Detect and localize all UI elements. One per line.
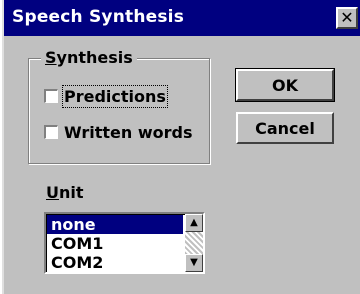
unit-mnemonic: U — [46, 183, 59, 202]
ok-button[interactable]: OK — [235, 68, 335, 102]
title-bar[interactable]: Speech Synthesis ✕ — [4, 0, 360, 36]
written-words-label[interactable]: Written words — [64, 123, 193, 142]
unit-option-com1[interactable]: COM1 — [47, 234, 183, 253]
unit-option-com2[interactable]: COM2 — [47, 253, 183, 272]
predictions-checkbox-row[interactable]: Predictions — [44, 84, 168, 108]
arrow-up-icon: ▲ — [190, 217, 198, 228]
written-words-checkbox-row[interactable]: Written words — [44, 121, 193, 143]
unit-option-none[interactable]: none — [47, 215, 183, 234]
predictions-checkbox[interactable] — [44, 89, 58, 103]
unit-scrollbar[interactable]: ▲ ▼ — [185, 214, 203, 272]
unit-listbox[interactable]: none COM1 COM2 ▲ ▼ — [44, 212, 205, 274]
close-icon: ✕ — [340, 8, 354, 27]
unit-label: Unit — [46, 183, 84, 202]
synthesis-label-rest: ynthesis — [56, 48, 133, 67]
scroll-up-button[interactable]: ▲ — [185, 214, 203, 232]
scroll-track[interactable] — [185, 232, 203, 254]
window-title: Speech Synthesis — [12, 7, 185, 27]
arrow-down-icon: ▼ — [190, 257, 198, 268]
predictions-label[interactable]: Predictions — [62, 84, 168, 108]
unit-label-rest: nit — [59, 183, 84, 202]
synthesis-group-label: Synthesis — [41, 48, 137, 67]
cancel-button[interactable]: Cancel — [236, 112, 334, 144]
synthesis-mnemonic: S — [45, 48, 57, 67]
written-words-checkbox[interactable] — [44, 125, 58, 139]
unit-list: none COM1 COM2 — [47, 215, 183, 272]
close-button[interactable]: ✕ — [336, 7, 358, 29]
synthesis-groupbox — [28, 58, 210, 164]
scroll-down-button[interactable]: ▼ — [185, 254, 203, 272]
